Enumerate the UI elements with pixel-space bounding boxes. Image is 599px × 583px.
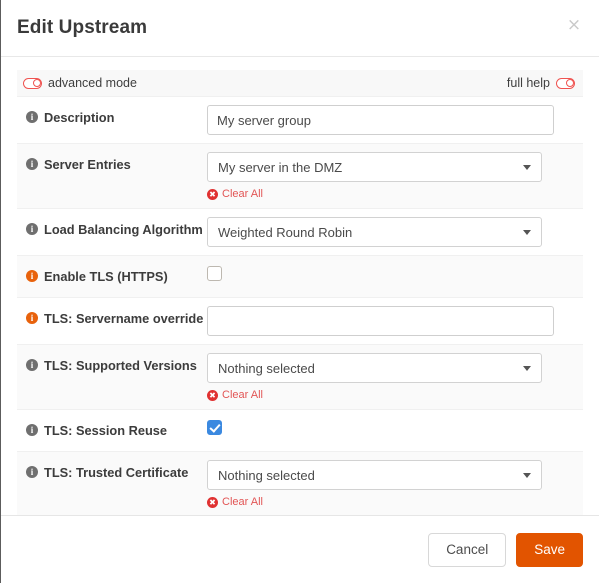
chevron-down-icon bbox=[523, 365, 531, 371]
modal-body: advanced mode full help i Description My… bbox=[1, 57, 599, 515]
clear-all-label: Clear All bbox=[222, 188, 263, 200]
info-icon[interactable]: i bbox=[26, 312, 38, 324]
field-control bbox=[207, 97, 583, 143]
clear-all-button[interactable]: ✖ Clear All bbox=[207, 496, 583, 508]
clear-all-label: Clear All bbox=[222, 496, 263, 508]
toggle-switch-icon[interactable] bbox=[23, 77, 42, 89]
field-label: i TLS: Trusted Certificate bbox=[17, 452, 207, 490]
form-row-tls-session-reuse: i TLS: Session Reuse bbox=[17, 409, 583, 451]
edit-upstream-modal: Edit Upstream × advanced mode full help … bbox=[0, 0, 599, 583]
field-label-text: TLS: Servername override bbox=[44, 311, 204, 326]
chevron-down-icon bbox=[523, 472, 531, 478]
field-control bbox=[207, 298, 583, 344]
form-row-tls-trusted-certificate: i TLS: Trusted Certificate Nothing selec… bbox=[17, 451, 583, 515]
chevron-down-icon bbox=[523, 164, 531, 170]
field-label-text: Load Balancing Algorithm bbox=[44, 222, 203, 237]
advanced-mode-toggle[interactable]: advanced mode bbox=[23, 76, 137, 90]
field-label: i Enable TLS (HTTPS) bbox=[17, 256, 207, 294]
field-label-text: Description bbox=[44, 110, 115, 125]
field-label-text: TLS: Session Reuse bbox=[44, 423, 168, 438]
field-label: i Description bbox=[17, 97, 207, 135]
description-input[interactable] bbox=[207, 105, 554, 135]
form-row-load-balancing-algorithm: i Load Balancing Algorithm Weighted Roun… bbox=[17, 208, 583, 255]
field-label-text: TLS: Trusted Certificate bbox=[44, 465, 189, 480]
clear-icon: ✖ bbox=[207, 389, 218, 401]
select-value: Nothing selected bbox=[218, 467, 315, 483]
field-control: Nothing selected ✖ Clear All bbox=[207, 345, 583, 409]
form-row-enable-tls: i Enable TLS (HTTPS) bbox=[17, 255, 583, 297]
advanced-mode-label: advanced mode bbox=[48, 76, 137, 90]
form-row-description: i Description bbox=[17, 96, 583, 143]
modal-footer: Cancel Save bbox=[1, 515, 599, 583]
info-icon[interactable]: i bbox=[26, 158, 38, 170]
page-title: Edit Upstream bbox=[17, 17, 148, 38]
close-icon[interactable]: × bbox=[563, 14, 585, 36]
chevron-down-icon bbox=[523, 229, 531, 235]
info-icon[interactable]: i bbox=[26, 270, 38, 282]
field-label: i TLS: Servername override bbox=[17, 298, 207, 336]
field-label: i Server Entries bbox=[17, 144, 207, 182]
tls-supported-versions-select[interactable]: Nothing selected bbox=[207, 353, 542, 383]
enable-tls-checkbox[interactable] bbox=[207, 266, 222, 281]
field-control: Weighted Round Robin bbox=[207, 209, 583, 255]
field-label: i TLS: Session Reuse bbox=[17, 410, 207, 448]
modal-header: Edit Upstream × bbox=[1, 0, 599, 57]
full-help-toggle[interactable]: full help bbox=[507, 76, 575, 90]
form-row-tls-supported-versions: i TLS: Supported Versions Nothing select… bbox=[17, 344, 583, 409]
info-icon[interactable]: i bbox=[26, 223, 38, 235]
form-row-server-entries: i Server Entries My server in the DMZ ✖ … bbox=[17, 143, 583, 208]
load-balancing-algorithm-select[interactable]: Weighted Round Robin bbox=[207, 217, 542, 247]
save-button[interactable]: Save bbox=[516, 532, 583, 567]
field-control: Nothing selected ✖ Clear All bbox=[207, 452, 583, 515]
field-label: i TLS: Supported Versions bbox=[17, 345, 207, 383]
field-control bbox=[207, 256, 583, 294]
clear-all-button[interactable]: ✖ Clear All bbox=[207, 389, 583, 401]
field-control bbox=[207, 410, 583, 448]
tls-session-reuse-checkbox[interactable] bbox=[207, 420, 222, 435]
form-row-tls-servername-override: i TLS: Servername override bbox=[17, 297, 583, 344]
clear-all-label: Clear All bbox=[222, 389, 263, 401]
clear-all-button[interactable]: ✖ Clear All bbox=[207, 188, 583, 200]
info-icon[interactable]: i bbox=[26, 424, 38, 436]
full-help-label: full help bbox=[506, 76, 550, 90]
toggle-switch-icon[interactable] bbox=[556, 77, 575, 89]
tls-trusted-certificate-select[interactable]: Nothing selected bbox=[207, 460, 542, 490]
field-label-text: Server Entries bbox=[44, 157, 131, 172]
info-icon[interactable]: i bbox=[26, 359, 38, 371]
select-value: Weighted Round Robin bbox=[218, 224, 353, 240]
field-control: My server in the DMZ ✖ Clear All bbox=[207, 144, 583, 208]
server-entries-select[interactable]: My server in the DMZ bbox=[207, 152, 542, 182]
info-icon[interactable]: i bbox=[26, 466, 38, 478]
cancel-button[interactable]: Cancel bbox=[428, 532, 507, 567]
select-value: Nothing selected bbox=[218, 360, 315, 376]
mode-toolbar: advanced mode full help bbox=[17, 70, 583, 96]
field-label-text: Enable TLS (HTTPS) bbox=[44, 269, 168, 284]
select-value: My server in the DMZ bbox=[218, 159, 343, 175]
upstream-form: i Description i Server Entries My server… bbox=[17, 96, 583, 515]
field-label-text: TLS: Supported Versions bbox=[44, 358, 197, 373]
field-label: i Load Balancing Algorithm bbox=[17, 209, 207, 247]
clear-icon: ✖ bbox=[207, 188, 218, 200]
info-icon[interactable]: i bbox=[26, 111, 38, 123]
clear-icon: ✖ bbox=[207, 496, 218, 508]
tls-servername-override-input[interactable] bbox=[207, 306, 554, 336]
